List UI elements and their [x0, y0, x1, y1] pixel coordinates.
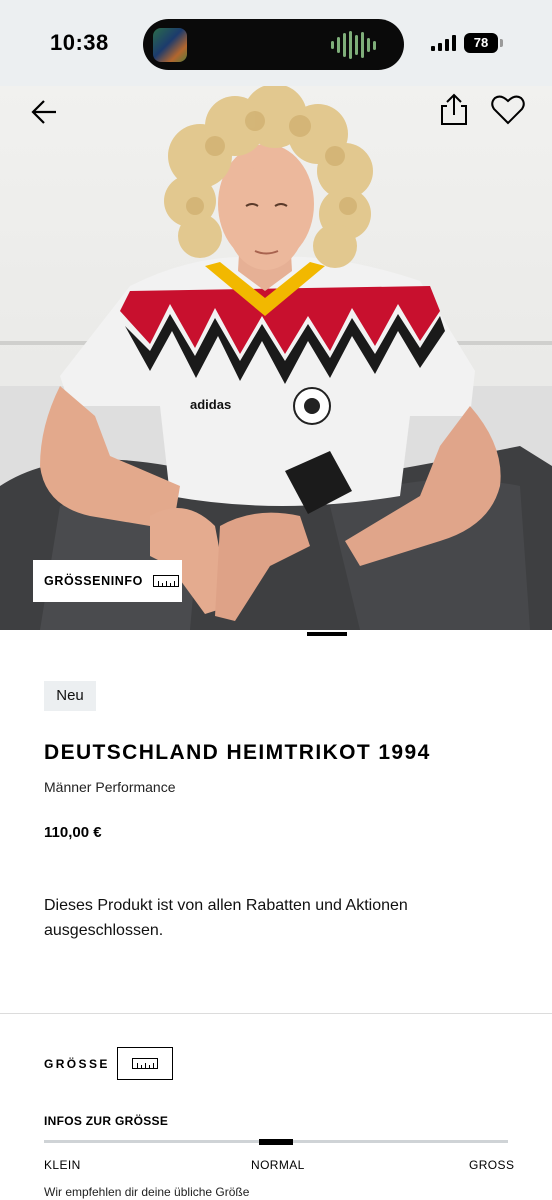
fit-label-normal: NORMAL	[251, 1158, 305, 1172]
battery-indicator: 78	[464, 33, 498, 53]
dynamic-island[interactable]	[143, 19, 404, 70]
fit-heading: INFOS ZUR GRÖSSE	[44, 1114, 169, 1128]
size-guide-button[interactable]	[117, 1047, 173, 1080]
carousel-indicator	[307, 632, 347, 636]
heart-icon	[491, 95, 525, 125]
status-bar: 10:38 78	[0, 0, 552, 86]
ruler-icon	[132, 1058, 158, 1069]
section-divider	[0, 1013, 552, 1014]
new-badge: Neu	[44, 681, 96, 711]
size-info-label: GRÖSSENINFO	[44, 574, 143, 588]
wishlist-button[interactable]	[488, 92, 528, 128]
fit-scale-marker	[259, 1139, 293, 1145]
size-label: GRÖSSE	[44, 1057, 110, 1071]
product-subtitle: Männer Performance	[44, 779, 176, 795]
cellular-signal-icon	[431, 35, 456, 51]
audio-waveform-icon	[331, 31, 376, 59]
share-button[interactable]	[436, 92, 472, 128]
product-photo: adidas	[0, 86, 552, 630]
fit-recommendation: Wir empfehlen dir deine übliche Größe	[44, 1185, 250, 1199]
arrow-left-icon	[31, 100, 56, 124]
product-title: DEUTSCHLAND HEIMTRIKOT 1994	[44, 741, 431, 764]
ruler-icon	[152, 575, 179, 587]
product-price: 110,00 €	[44, 824, 102, 841]
fit-label-large: GROSS	[469, 1158, 515, 1172]
size-info-button[interactable]: GRÖSSENINFO	[33, 560, 182, 602]
share-icon	[441, 93, 467, 125]
fit-label-small: KLEIN	[44, 1158, 81, 1172]
product-image[interactable]: adidas GRÖSSENINFO	[0, 86, 552, 630]
discount-notice: Dieses Produkt ist von allen Rabatten un…	[44, 897, 408, 939]
clock: 10:38	[50, 30, 109, 55]
battery-cap	[500, 39, 503, 47]
back-button[interactable]	[28, 94, 64, 130]
now-playing-artwork	[153, 28, 187, 62]
svg-text:adidas: adidas	[190, 397, 231, 412]
